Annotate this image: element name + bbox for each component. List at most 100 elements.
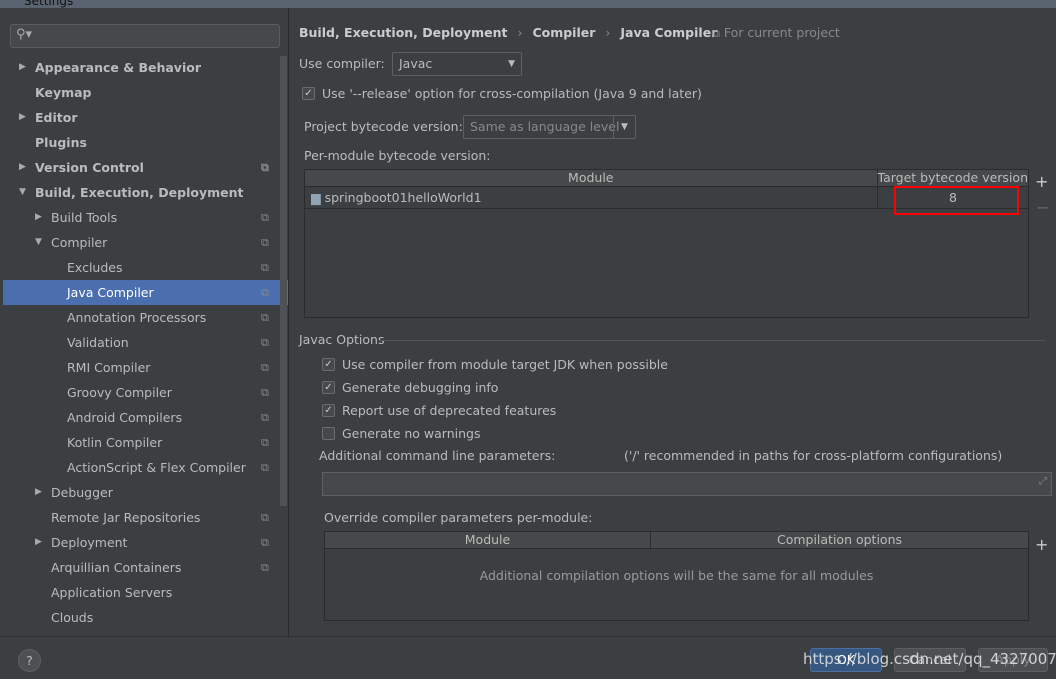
- chevron-right-icon[interactable]: ▶: [19, 55, 26, 80]
- window-title: Settings: [24, 0, 74, 8]
- sidebar-item[interactable]: Keymap: [3, 80, 288, 105]
- javac-options-title: Javac Options: [299, 332, 385, 347]
- sidebar-item[interactable]: ▶ Debugger: [3, 480, 288, 505]
- sidebar-item[interactable]: Android Compilers ⧉: [3, 405, 288, 430]
- copy-icon: ⧉: [261, 436, 269, 449]
- project-bytecode-select[interactable]: Same as language level ▼: [463, 115, 636, 139]
- title-bar: Settings: [0, 0, 1056, 8]
- sidebar-item-label: Excludes: [67, 260, 123, 275]
- sidebar-item-label: Remote Jar Repositories: [51, 510, 201, 525]
- option-checkbox[interactable]: ✓: [322, 358, 335, 371]
- sidebar-item-label: Editor: [35, 110, 78, 125]
- sidebar-item[interactable]: Plugins: [3, 130, 288, 155]
- copy-icon: ⧉: [261, 361, 269, 374]
- sidebar-item[interactable]: ▶ Appearance & Behavior: [3, 55, 288, 80]
- module-cell: ▆ springboot01helloWorld1: [305, 187, 878, 208]
- release-option-label: Use '--release' option for cross-compila…: [322, 86, 702, 101]
- use-compiler-select[interactable]: Javac ▼: [392, 52, 522, 76]
- sidebar-item-label: Build, Execution, Deployment: [35, 185, 244, 200]
- module-name: springboot01helloWorld1: [324, 190, 482, 205]
- sidebar-item[interactable]: ▶ Build Tools ⧉: [3, 205, 288, 230]
- sidebar-item[interactable]: ▶ Deployment ⧉: [3, 530, 288, 555]
- chevron-right-icon[interactable]: ▶: [35, 205, 42, 230]
- sidebar-item[interactable]: Validation ⧉: [3, 330, 288, 355]
- sidebar-item[interactable]: Groovy Compiler ⧉: [3, 380, 288, 405]
- table-header: Module Target bytecode version: [305, 170, 1028, 187]
- sidebar-item[interactable]: Kotlin Compiler ⧉: [3, 430, 288, 455]
- sidebar-item[interactable]: Arquillian Containers ⧉: [3, 555, 288, 580]
- copy-icon: ⧉: [261, 261, 269, 274]
- sidebar-item[interactable]: Java Compiler ⧉: [3, 280, 288, 305]
- copy-icon: ⧉: [261, 561, 269, 574]
- highlight-box: [894, 186, 1019, 215]
- sidebar-item-label: Deployment: [51, 535, 128, 550]
- sidebar-item[interactable]: Remote Jar Repositories ⧉: [3, 505, 288, 530]
- scope-note: ⧉ For current project: [712, 25, 840, 41]
- option-checkbox[interactable]: ✓: [322, 381, 335, 394]
- project-bytecode-value: Same as language level: [470, 119, 620, 134]
- chevron-right-icon[interactable]: ▶: [19, 105, 26, 130]
- sidebar-item[interactable]: Clouds: [3, 605, 288, 630]
- sidebar-item-label: Android Compilers: [67, 410, 183, 425]
- sidebar-item[interactable]: ▶ Editor: [3, 105, 288, 130]
- sidebar-item-label: Application Servers: [51, 585, 173, 600]
- sidebar-item[interactable]: ▶ Version Control ⧉: [3, 155, 288, 180]
- option-checkbox[interactable]: ✓: [322, 404, 335, 417]
- sidebar-item-label: Java Compiler: [67, 285, 154, 300]
- sidebar-item-label: Compiler: [51, 235, 108, 250]
- sidebar-item-label: Groovy Compiler: [67, 385, 172, 400]
- chevron-down-icon[interactable]: ▼: [35, 230, 42, 255]
- help-button[interactable]: ?: [18, 649, 41, 672]
- sidebar-scrollbar[interactable]: [280, 56, 287, 506]
- search-input[interactable]: ⚲▾: [10, 24, 280, 48]
- remove-icon[interactable]: −: [1036, 198, 1049, 217]
- chevron-right-icon[interactable]: ▶: [19, 155, 26, 180]
- copy-icon: ⧉: [261, 511, 269, 524]
- sidebar-item[interactable]: RMI Compiler ⧉: [3, 355, 288, 380]
- sidebar-item-label: RMI Compiler: [67, 360, 151, 375]
- sidebar-item-label: Build Tools: [51, 210, 118, 225]
- chevron-right-icon[interactable]: ▶: [35, 530, 42, 555]
- copy-icon: ⧉: [261, 211, 269, 224]
- copy-icon: ⧉: [261, 336, 269, 349]
- scope-label: For current project: [723, 25, 840, 40]
- per-module-label: Per-module bytecode version:: [304, 148, 491, 163]
- column-header-module[interactable]: Module: [325, 532, 651, 548]
- add-icon[interactable]: +: [1035, 535, 1048, 554]
- breadcrumb: Build, Execution, Deployment › Compiler …: [299, 25, 718, 40]
- chevron-right-icon[interactable]: ▶: [35, 480, 42, 505]
- expand-icon[interactable]: ⤢: [1039, 476, 1047, 487]
- sidebar-item-label: Clouds: [51, 610, 94, 625]
- additional-params-hint: ('/' recommended in paths for cross-plat…: [624, 448, 1003, 463]
- breadcrumb-item: Compiler: [532, 25, 596, 40]
- override-label: Override compiler parameters per-module:: [324, 510, 593, 525]
- table-header: Module Compilation options: [325, 532, 1028, 549]
- divider: [380, 340, 1045, 341]
- release-option-checkbox[interactable]: ✓: [302, 87, 315, 100]
- use-compiler-label: Use compiler:: [299, 56, 385, 71]
- sidebar-item[interactable]: ▼ Compiler ⧉: [3, 230, 288, 255]
- additional-params-input[interactable]: ⤢: [322, 472, 1052, 496]
- option-checkbox[interactable]: [322, 427, 335, 440]
- add-icon[interactable]: +: [1035, 172, 1048, 191]
- breadcrumb-item: Build, Execution, Deployment: [299, 25, 508, 40]
- option-label: Use compiler from module target JDK when…: [342, 357, 668, 372]
- copy-icon: ⧉: [261, 311, 269, 324]
- sidebar-item-label: Arquillian Containers: [51, 560, 182, 575]
- sidebar-item[interactable]: ▼ Build, Execution, Deployment: [3, 180, 288, 205]
- copy-icon: ⧉: [261, 286, 269, 299]
- sidebar-item[interactable]: Excludes ⧉: [3, 255, 288, 280]
- copy-icon: ⧉: [261, 411, 269, 424]
- use-compiler-value: Javac: [399, 56, 433, 71]
- column-header-target[interactable]: Target bytecode version: [878, 170, 1028, 186]
- sidebar-item-label: Annotation Processors: [67, 310, 207, 325]
- sidebar-item[interactable]: ActionScript & Flex Compiler ⧉: [3, 455, 288, 480]
- sidebar-item[interactable]: Application Servers: [3, 580, 288, 605]
- chevron-down-icon[interactable]: ▼: [19, 180, 26, 205]
- sidebar-item-label: Kotlin Compiler: [67, 435, 163, 450]
- column-header-options[interactable]: Compilation options: [651, 532, 1028, 548]
- sidebar-item-label: Validation: [67, 335, 129, 350]
- watermark: https://blog.csdn.net/qq_43270074: [803, 650, 1056, 668]
- column-header-module[interactable]: Module: [305, 170, 878, 186]
- sidebar-item[interactable]: Annotation Processors ⧉: [3, 305, 288, 330]
